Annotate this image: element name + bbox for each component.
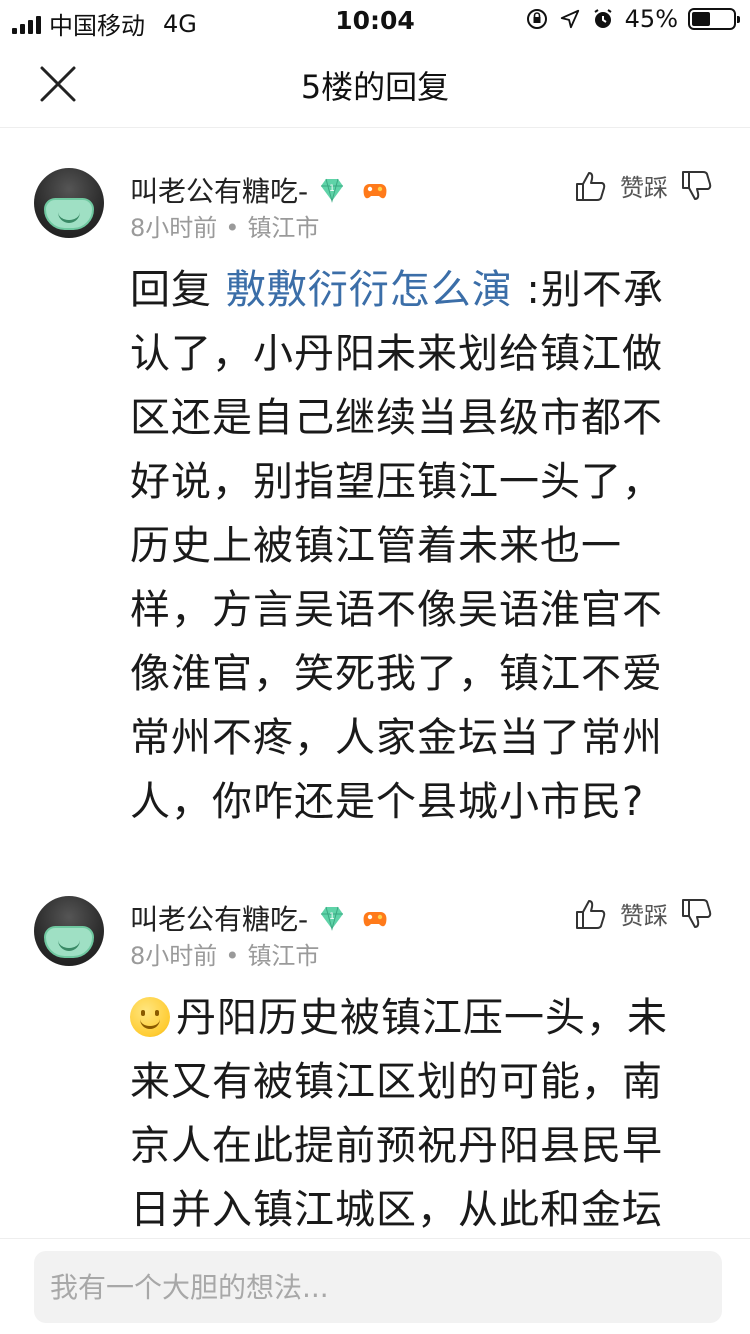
header: 5楼的回复	[0, 40, 750, 128]
level-number: 1	[329, 912, 335, 922]
comment-text: 丹阳历史被镇江压一头，未来又有被镇江区划的可能，南京人在此提前预祝丹阳县民早日并…	[130, 986, 700, 1242]
reply-input[interactable]	[34, 1251, 722, 1323]
thumbs-down-icon[interactable]	[680, 169, 714, 203]
level-number: 1	[329, 184, 335, 194]
avatar[interactable]	[34, 168, 104, 238]
username-row: 叫老公有糖吃- 1	[130, 170, 390, 210]
mention-link[interactable]: 敷敷衍衍怎么演	[226, 267, 513, 313]
level-diamond-icon: 1	[321, 178, 344, 203]
meta-separator: •	[225, 214, 240, 242]
comment-content: :别不承认了，小丹阳未来划给镇江做区还是自己继续当县级市都不好说，别指望压镇江一…	[130, 267, 664, 825]
comment-meta: 8小时前 • 镇江市	[130, 936, 319, 971]
status-bar-right: 45%	[525, 5, 740, 33]
thumbs-up-icon[interactable]	[574, 897, 608, 931]
game-controller-icon	[363, 184, 387, 199]
vote-actions: 赞踩	[574, 168, 714, 203]
vote-label: 赞踩	[620, 174, 668, 202]
username-row: 叫老公有糖吃- 1	[130, 898, 390, 938]
reply-prefix: 回复	[130, 267, 226, 313]
location: 镇江市	[247, 214, 320, 242]
game-controller-icon	[363, 912, 387, 927]
avatar[interactable]	[34, 896, 104, 966]
battery-fill	[692, 12, 710, 26]
smile-emoji-icon	[130, 997, 170, 1037]
thumbs-down-icon[interactable]	[680, 897, 714, 931]
time-ago: 8小时前	[130, 942, 218, 970]
battery-percent: 45%	[624, 5, 678, 33]
reply-bar	[0, 1238, 750, 1334]
comment-item: 叫老公有糖吃- 1 8小时前 • 镇江市 赞踩 丹阳历史被镇江压一头，未来又有被镇江…	[0, 896, 750, 1236]
comment-text: 回复 敷敷衍衍怎么演 :别不承认了，小丹阳未来划给镇江做区还是自己继续当县级市都…	[130, 258, 700, 834]
battery-icon	[688, 8, 740, 30]
username[interactable]: 叫老公有糖吃-	[130, 170, 308, 210]
status-bar: 中国移动 4G 10:04 45%	[0, 0, 750, 40]
page-title: 5楼的回复	[300, 68, 450, 106]
vote-actions: 赞踩	[574, 896, 714, 931]
thumbs-up-icon[interactable]	[574, 169, 608, 203]
orientation-lock-icon	[526, 9, 547, 29]
location-arrow-icon	[560, 9, 579, 29]
alarm-icon	[594, 9, 612, 28]
time-ago: 8小时前	[130, 214, 218, 242]
comment-content: 丹阳历史被镇江压一头，未来又有被镇江区划的可能，南京人在此提前预祝丹阳县民早日并…	[130, 995, 668, 1233]
username[interactable]: 叫老公有糖吃-	[130, 898, 308, 938]
vote-label: 赞踩	[620, 902, 668, 930]
meta-separator: •	[225, 942, 240, 970]
location: 镇江市	[247, 942, 320, 970]
comment-meta: 8小时前 • 镇江市	[130, 208, 319, 243]
level-diamond-icon: 1	[321, 906, 344, 931]
comment-item: 叫老公有糖吃- 1 8小时前 • 镇江市 赞踩 回复 敷敷衍衍怎么演 :别不承认了，…	[0, 168, 750, 848]
